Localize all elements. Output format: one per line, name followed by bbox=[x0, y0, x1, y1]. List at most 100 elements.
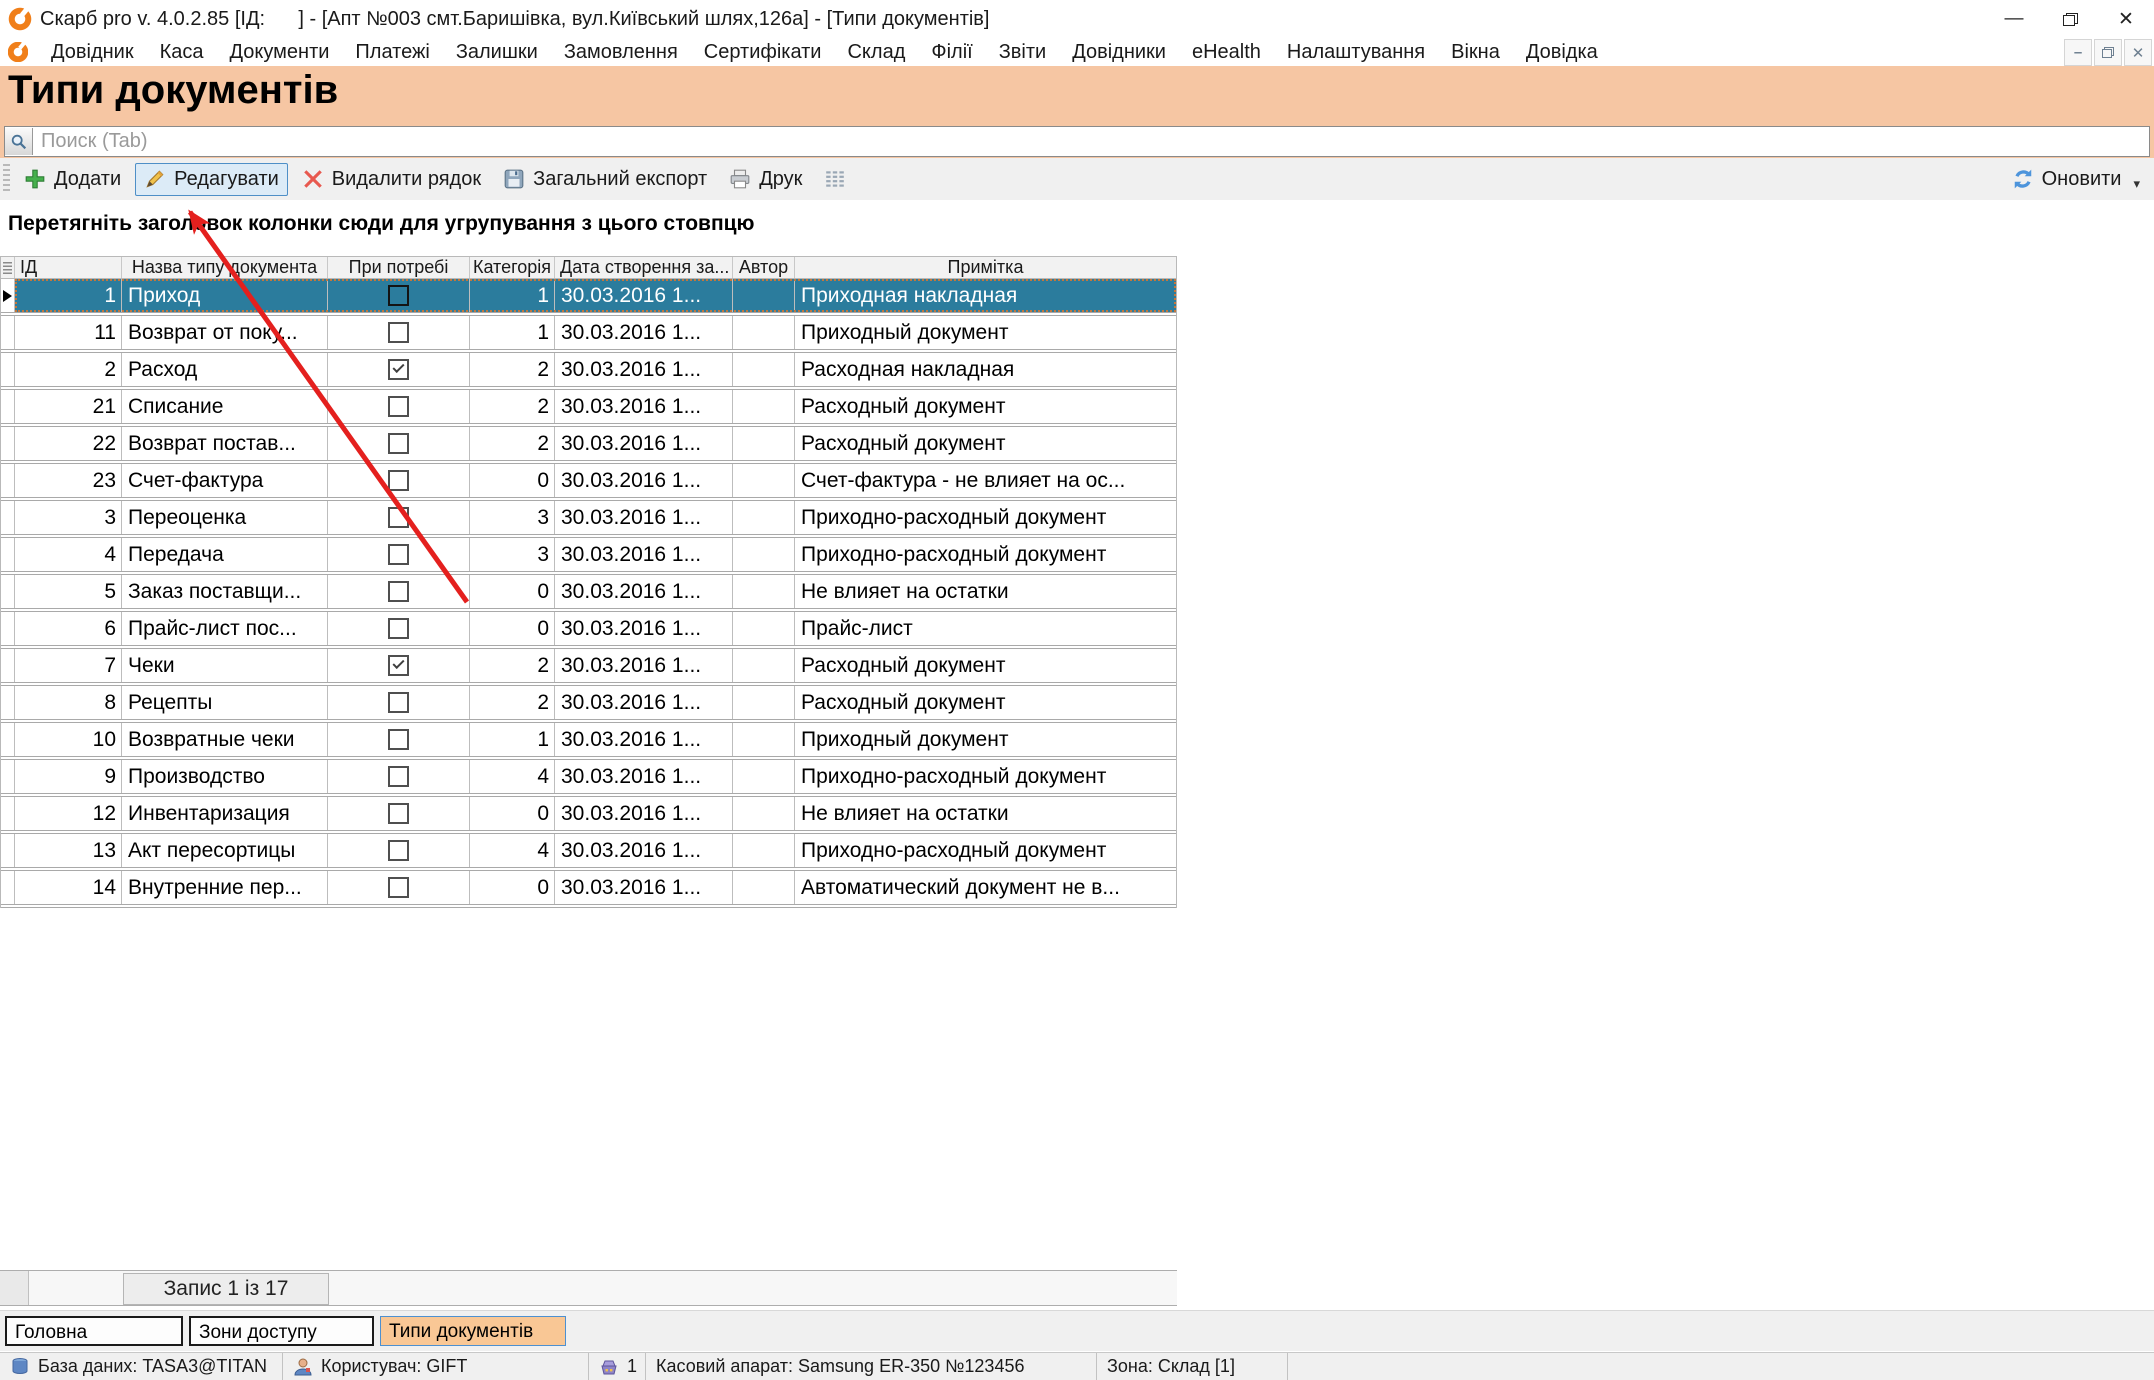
table-row[interactable]: 3Переоценка330.03.2016 1...Приходно-расх… bbox=[1, 501, 1176, 538]
restore-button[interactable] bbox=[2042, 0, 2098, 38]
menu-item-12[interactable]: Налаштування bbox=[1274, 41, 1438, 64]
grid-corner-grip-icon[interactable] bbox=[1, 257, 15, 278]
tab-2[interactable]: Типи документів bbox=[380, 1316, 566, 1346]
menu-item-2[interactable]: Документи bbox=[217, 41, 343, 64]
print-button[interactable]: Друк bbox=[721, 164, 810, 195]
checkbox-icon[interactable] bbox=[388, 507, 409, 528]
mdi-close-button[interactable]: ✕ bbox=[2124, 39, 2152, 66]
column-chooser-button[interactable] bbox=[816, 164, 854, 194]
minimize-button[interactable]: — bbox=[1986, 0, 2042, 38]
table-row[interactable]: 8Рецепты230.03.2016 1...Расходный докуме… bbox=[1, 686, 1176, 723]
menu-item-13[interactable]: Вікна bbox=[1438, 41, 1513, 64]
checkbox-icon[interactable] bbox=[388, 766, 409, 787]
checkbox-icon[interactable] bbox=[388, 470, 409, 491]
export-button[interactable]: Загальний експорт bbox=[495, 164, 715, 195]
checkbox-icon[interactable] bbox=[388, 803, 409, 824]
table-row[interactable]: 13Акт пересортицы430.03.2016 1...Приходн… bbox=[1, 834, 1176, 871]
checkbox-icon[interactable] bbox=[388, 359, 409, 380]
cell-id: 21 bbox=[15, 390, 122, 423]
column-header-on-demand[interactable]: При потребі bbox=[328, 257, 470, 278]
cell-note: Расходный документ bbox=[795, 390, 1176, 423]
refresh-icon bbox=[2012, 168, 2034, 190]
checkbox-icon[interactable] bbox=[388, 544, 409, 565]
checkbox-icon[interactable] bbox=[388, 396, 409, 417]
delete-row-button[interactable]: Видалити рядок bbox=[294, 164, 489, 195]
menu-item-1[interactable]: Каса bbox=[147, 41, 217, 64]
menu-item-6[interactable]: Сертифікати bbox=[691, 41, 835, 64]
table-row[interactable]: 6Прайс-лист пос...030.03.2016 1...Прайс-… bbox=[1, 612, 1176, 649]
table-row[interactable]: 11Возврат от поку...130.03.2016 1...Прих… bbox=[1, 316, 1176, 353]
table-row[interactable]: 21Списание230.03.2016 1...Расходный доку… bbox=[1, 390, 1176, 427]
table-row[interactable]: 23Счет-фактура030.03.2016 1...Счет-факту… bbox=[1, 464, 1176, 501]
cell-created: 30.03.2016 1... bbox=[555, 649, 733, 682]
row-indicator-cell bbox=[1, 760, 15, 793]
cell-on-demand bbox=[328, 612, 470, 645]
column-header-created[interactable]: Дата створення за... bbox=[555, 257, 733, 278]
cell-created: 30.03.2016 1... bbox=[555, 316, 733, 349]
menu-item-8[interactable]: Філії bbox=[918, 41, 985, 64]
cell-name: Внутренние пер... bbox=[122, 871, 328, 904]
cell-created: 30.03.2016 1... bbox=[555, 575, 733, 608]
checkbox-icon[interactable] bbox=[388, 692, 409, 713]
menu-item-3[interactable]: Платежі bbox=[342, 41, 442, 64]
table-row[interactable]: 9Производство430.03.2016 1...Приходно-ра… bbox=[1, 760, 1176, 797]
mdi-minimize-button[interactable]: – bbox=[2064, 39, 2092, 66]
checkbox-icon[interactable] bbox=[388, 729, 409, 750]
table-row[interactable]: 10Возвратные чеки130.03.2016 1...Приходн… bbox=[1, 723, 1176, 760]
column-header-name[interactable]: Назва типу документа bbox=[122, 257, 328, 278]
print-button-label: Друк bbox=[759, 168, 802, 191]
close-button[interactable]: ✕ bbox=[2098, 0, 2154, 38]
cell-name: Приход bbox=[122, 279, 328, 312]
table-row[interactable]: 1Приход130.03.2016 1...Приходная накладн… bbox=[1, 279, 1176, 316]
checkbox-icon[interactable] bbox=[388, 581, 409, 602]
window-title: Скарб pro v. 4.0.2.85 [ІД: ] - [Апт №003… bbox=[40, 8, 989, 31]
checkbox-icon[interactable] bbox=[388, 433, 409, 454]
menu-item-11[interactable]: eHealth bbox=[1179, 41, 1274, 64]
cell-on-demand bbox=[328, 649, 470, 682]
record-counter: Запис 1 із 17 bbox=[123, 1273, 329, 1305]
menu-item-4[interactable]: Залишки bbox=[443, 41, 551, 64]
mdi-restore-button[interactable] bbox=[2094, 39, 2122, 66]
table-row[interactable]: 12Инвентаризация030.03.2016 1...Не влияе… bbox=[1, 797, 1176, 834]
chevron-down-icon[interactable]: ▾ bbox=[2133, 176, 2140, 192]
table-row[interactable]: 22Возврат постав...230.03.2016 1...Расхо… bbox=[1, 427, 1176, 464]
cell-author bbox=[733, 353, 795, 386]
checkbox-icon[interactable] bbox=[388, 655, 409, 676]
search-input[interactable] bbox=[33, 129, 2149, 154]
search-button[interactable] bbox=[5, 128, 33, 155]
table-row[interactable]: 5Заказ поставщи...030.03.2016 1...Не вли… bbox=[1, 575, 1176, 612]
table-row[interactable]: 4Передача330.03.2016 1...Приходно-расход… bbox=[1, 538, 1176, 575]
refresh-button[interactable]: Оновити ▾ bbox=[2012, 158, 2140, 200]
tab-1[interactable]: Зони доступу bbox=[189, 1316, 374, 1346]
mdi-window-controls: – ✕ bbox=[2064, 39, 2152, 66]
cell-created: 30.03.2016 1... bbox=[555, 797, 733, 830]
column-header-category[interactable]: Категорія bbox=[470, 257, 555, 278]
column-header-id[interactable]: ІД bbox=[15, 257, 122, 278]
cell-on-demand bbox=[328, 279, 470, 312]
table-row[interactable]: 2Расход230.03.2016 1...Расходная накладн… bbox=[1, 353, 1176, 390]
cell-id: 8 bbox=[15, 686, 122, 719]
table-row[interactable]: 7Чеки230.03.2016 1...Расходный документ bbox=[1, 649, 1176, 686]
menu-item-0[interactable]: Довідник bbox=[38, 41, 147, 64]
column-header-note[interactable]: Примітка bbox=[795, 257, 1176, 278]
cell-author bbox=[733, 834, 795, 867]
edit-button[interactable]: Редагувати bbox=[135, 163, 288, 196]
checkbox-icon[interactable] bbox=[388, 618, 409, 639]
grid-footer: Запис 1 із 17 bbox=[0, 1270, 1177, 1306]
checkbox-icon[interactable] bbox=[388, 877, 409, 898]
checkbox-icon[interactable] bbox=[388, 322, 409, 343]
checkbox-icon[interactable] bbox=[388, 285, 409, 306]
toolbar-grip-handle[interactable] bbox=[3, 164, 10, 194]
menu-item-14[interactable]: Довідка bbox=[1513, 41, 1611, 64]
search-bar bbox=[4, 126, 2150, 157]
menu-item-7[interactable]: Склад bbox=[834, 41, 918, 64]
cell-created: 30.03.2016 1... bbox=[555, 279, 733, 312]
menu-item-9[interactable]: Звіти bbox=[986, 41, 1059, 64]
tab-0[interactable]: Головна bbox=[5, 1316, 183, 1346]
menu-item-5[interactable]: Замовлення bbox=[551, 41, 691, 64]
table-row[interactable]: 14Внутренние пер...030.03.2016 1...Автом… bbox=[1, 871, 1176, 908]
checkbox-icon[interactable] bbox=[388, 840, 409, 861]
menu-item-10[interactable]: Довідники bbox=[1059, 41, 1179, 64]
column-header-author[interactable]: Автор bbox=[733, 257, 795, 278]
add-button[interactable]: Додати bbox=[16, 164, 129, 195]
